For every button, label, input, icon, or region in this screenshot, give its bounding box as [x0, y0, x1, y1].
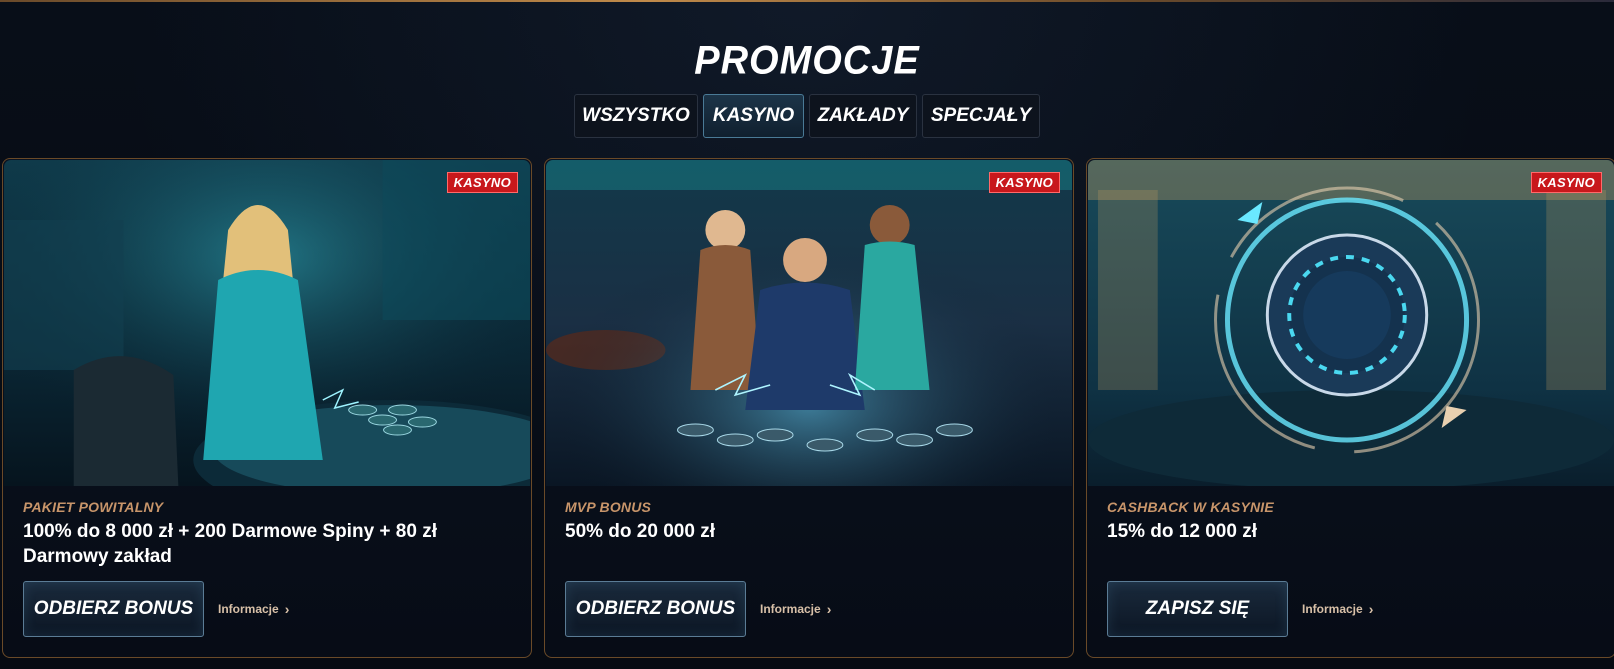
promo-card-cashback: KASYNO CASHBACK W KASYNIE 15% do 12 000 …	[1086, 158, 1614, 658]
card-body: PAKIET POWITALNY 100% do 8 000 zł + 200 …	[23, 499, 511, 569]
page-title: PROMOCJE	[694, 38, 920, 84]
card-title: 100% do 8 000 zł + 200 Darmowe Spiny + 8…	[23, 521, 437, 567]
cashback-chip-image: KASYNO	[1088, 160, 1614, 486]
tab-kasyno[interactable]: KASYNO	[703, 94, 804, 138]
chevron-right-icon: ›	[1368, 601, 1374, 617]
sign-up-button[interactable]: ZAPISZ SIĘ	[1107, 581, 1288, 637]
category-badge: KASYNO	[1530, 172, 1602, 193]
woman-casino-image: KASYNO	[4, 160, 530, 486]
info-link-label: Informacje	[760, 602, 821, 616]
info-link[interactable]: Informacje ›	[1302, 601, 1373, 617]
info-link-label: Informacje	[218, 602, 279, 616]
card-body: CASHBACK W KASYNIE 15% do 12 000 zł	[1107, 499, 1595, 544]
info-link[interactable]: Informacje ›	[760, 601, 831, 617]
tab-wszystko[interactable]: WSZYSTKO	[574, 94, 698, 138]
promo-card-welcome: KASYNO PAKIET POWITALNY 100% do 8 000 zł…	[2, 158, 532, 658]
category-badge: KASYNO	[988, 172, 1060, 193]
tab-zaklady[interactable]: ZAKŁADY	[809, 94, 917, 138]
card-actions: ODBIERZ BONUS Informacje ›	[565, 581, 831, 637]
promo-cards: KASYNO PAKIET POWITALNY 100% do 8 000 zł…	[2, 158, 1614, 658]
card-actions: ODBIERZ BONUS Informacje ›	[23, 581, 289, 637]
card-actions: ZAPISZ SIĘ Informacje ›	[1107, 581, 1373, 637]
top-accent-line	[0, 0, 1614, 2]
mvp-casino-image: KASYNO	[546, 160, 1072, 486]
chevron-right-icon: ›	[826, 601, 832, 617]
info-link-label: Informacje	[1302, 602, 1363, 616]
info-link[interactable]: Informacje ›	[218, 601, 289, 617]
card-title: 50% do 20 000 zł	[565, 521, 715, 542]
promotions-page: PROMOCJE WSZYSTKO KASYNO ZAKŁADY SPECJAŁ…	[0, 0, 1614, 669]
chevron-right-icon: ›	[284, 601, 290, 617]
card-subtitle: PAKIET POWITALNY	[23, 499, 164, 515]
claim-bonus-button[interactable]: ODBIERZ BONUS	[565, 581, 746, 637]
promo-filter-tabs: WSZYSTKO KASYNO ZAKŁADY SPECJAŁY	[0, 94, 1614, 138]
card-subtitle: CASHBACK W KASYNIE	[1107, 499, 1274, 515]
card-subtitle: MVP BONUS	[565, 499, 652, 515]
card-body: MVP BONUS 50% do 20 000 zł	[565, 499, 1053, 544]
promo-card-mvp: KASYNO MVP BONUS 50% do 20 000 zł ODBIER…	[544, 158, 1074, 658]
card-title: 15% do 12 000 zł	[1107, 521, 1257, 542]
tab-specjaly[interactable]: SPECJAŁY	[922, 94, 1040, 138]
category-badge: KASYNO	[446, 172, 518, 193]
claim-bonus-button[interactable]: ODBIERZ BONUS	[23, 581, 204, 637]
